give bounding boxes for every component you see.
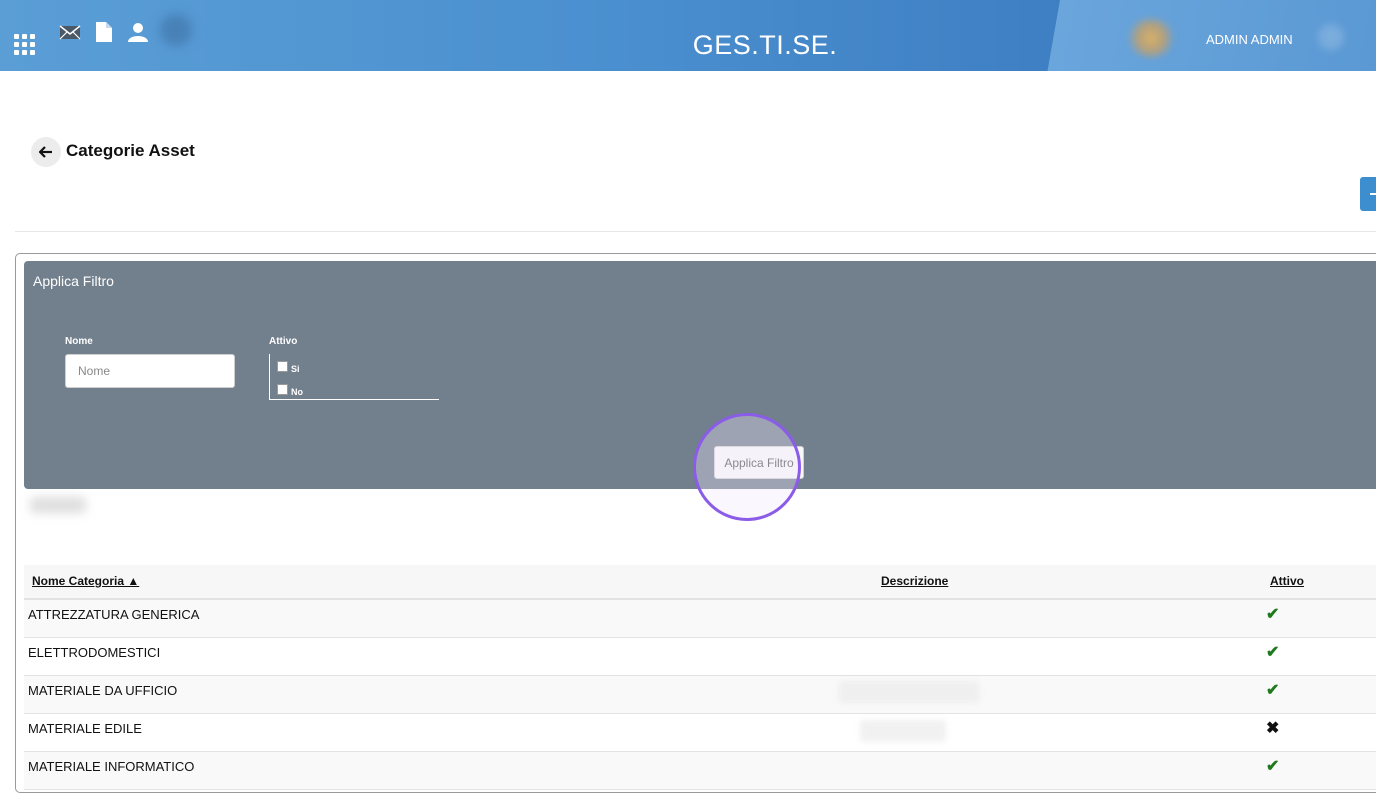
back-button[interactable] <box>31 137 61 167</box>
option-no[interactable]: No <box>277 382 303 397</box>
checkbox-no[interactable] <box>277 384 288 395</box>
table-header: Nome Categoria ▲ Descrizione Attivo <box>24 565 1376 600</box>
table-row[interactable]: MATERIALE DA UFFICIO ✔ <box>24 676 1376 714</box>
active-check-icon: ✔ <box>1266 758 1280 775</box>
filter-title: Applica Filtro <box>33 273 114 289</box>
avatar[interactable] <box>1126 18 1176 58</box>
option-label: No <box>291 387 303 397</box>
cell-name: MATERIALE EDILE <box>28 721 142 736</box>
column-nome-categoria[interactable]: Nome Categoria ▲ <box>32 574 139 588</box>
attivo-options: Si No <box>269 354 439 400</box>
apply-filter-button[interactable]: Applica Filtro <box>714 446 804 479</box>
table-row[interactable]: MATERIALE INFORMATICO ✔ <box>24 752 1376 790</box>
description-blur <box>839 681 979 703</box>
option-label: Si <box>291 364 300 374</box>
column-attivo[interactable]: Attivo <box>1270 574 1304 588</box>
cell-name: MATERIALE DA UFFICIO <box>28 683 178 698</box>
filter-panel: Applica Filtro Nome Attivo Si No Applica… <box>24 261 1376 489</box>
option-si[interactable]: Si <box>277 359 300 374</box>
active-check-icon: ✔ <box>1266 682 1280 699</box>
active-check-icon: ✔ <box>1266 606 1280 623</box>
cell-name: MATERIALE INFORMATICO <box>28 759 195 774</box>
table-row[interactable]: ATTREZZATURA GENERICA ✔ <box>24 600 1376 638</box>
user-name[interactable]: ADMIN ADMIN <box>1206 32 1293 47</box>
column-descrizione[interactable]: Descrizione <box>881 574 948 588</box>
name-input[interactable] <box>65 354 235 388</box>
arrow-left-icon <box>39 146 52 158</box>
description-blur <box>860 720 946 742</box>
checkbox-si[interactable] <box>277 361 288 372</box>
table-row[interactable]: MATERIALE EDILE ✖ <box>24 714 1376 752</box>
table-row[interactable]: ELETTRODOMESTICI ✔ <box>24 638 1376 676</box>
page-title: Categorie Asset <box>66 141 195 160</box>
attivo-label: Attivo <box>269 336 298 347</box>
divider <box>15 231 1376 232</box>
settings-blur <box>1318 24 1344 50</box>
inactive-cross-icon: ✖ <box>1266 720 1280 737</box>
active-check-icon: ✔ <box>1266 644 1280 661</box>
name-label: Nome <box>65 336 93 347</box>
add-button[interactable] <box>1360 177 1376 211</box>
cell-name: ATTREZZATURA GENERICA <box>28 607 200 622</box>
cell-name: ELETTRODOMESTICI <box>28 645 161 660</box>
results-count-blur <box>30 497 86 513</box>
top-bar: GES.TI.SE. ADMIN ADMIN <box>0 0 1376 71</box>
